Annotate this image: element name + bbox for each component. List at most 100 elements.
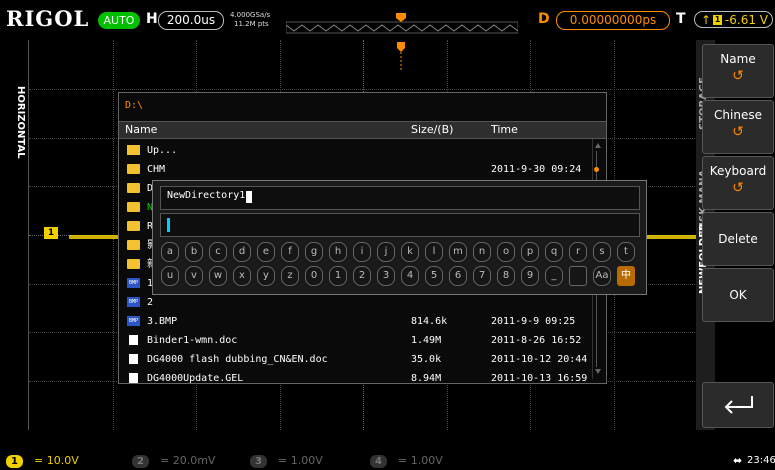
key-o[interactable]: o: [497, 242, 515, 262]
key-6[interactable]: 6: [449, 266, 467, 286]
file-row[interactable]: BMP 3.BMP 814.6k 2011-9-9 09:25: [119, 312, 589, 331]
ch2-scale[interactable]: = 20.0mV: [160, 454, 215, 467]
ch1-offset-marker[interactable]: 1: [44, 227, 58, 239]
softkey-chinese-label: Chinese: [714, 108, 762, 122]
key-_[interactable]: _: [545, 266, 563, 286]
file-name: DG4000 flash dubbing_CN&EN.doc: [147, 354, 328, 365]
scroll-thumb[interactable]: [594, 167, 599, 172]
key-u[interactable]: u: [161, 266, 179, 286]
keyboard-input-field[interactable]: [160, 213, 640, 237]
ch4-scale-value: 1.00V: [410, 454, 443, 467]
ch3-tag[interactable]: 3: [250, 455, 267, 468]
key-5[interactable]: 5: [425, 266, 443, 286]
key-p[interactable]: p: [521, 242, 539, 262]
softkey-name[interactable]: Name ↺: [702, 44, 774, 98]
horizontal-label: H: [146, 11, 158, 27]
file-size: 8.94M: [411, 373, 442, 384]
key-j[interactable]: j: [377, 242, 395, 262]
key-b[interactable]: b: [185, 242, 203, 262]
key-7[interactable]: 7: [473, 266, 491, 286]
softkey-delete[interactable]: Delete: [702, 212, 774, 266]
column-time: Time: [491, 123, 518, 136]
ch2-tag[interactable]: 2: [132, 455, 149, 468]
softkey-return[interactable]: [702, 382, 774, 428]
key-f[interactable]: f: [281, 242, 299, 262]
key-y[interactable]: y: [257, 266, 275, 286]
key-3[interactable]: 3: [377, 266, 395, 286]
key-n[interactable]: n: [473, 242, 491, 262]
horizontal-tab[interactable]: HORIZONTAL: [0, 40, 28, 430]
ch3-scale[interactable]: = 1.00V: [278, 454, 323, 467]
key-4[interactable]: 4: [401, 266, 419, 286]
key-m[interactable]: m: [449, 242, 467, 262]
softkey-keyboard-label: Keyboard: [709, 164, 767, 178]
timebase-value[interactable]: 200.0us: [158, 11, 224, 30]
ch4-tag[interactable]: 4: [370, 455, 387, 468]
key-d[interactable]: d: [233, 242, 251, 262]
key-l[interactable]: l: [425, 242, 443, 262]
ch1-tag[interactable]: 1: [6, 455, 23, 468]
key-v[interactable]: v: [185, 266, 203, 286]
ch1-trace-right: [646, 235, 697, 239]
folder-name-field[interactable]: NewDirectory1: [160, 186, 640, 210]
document-icon: [129, 373, 138, 383]
softkey-keyboard[interactable]: Keyboard ↺: [702, 156, 774, 210]
document-icon: [129, 354, 138, 364]
memory-waveform-overview: [286, 13, 518, 34]
key-w[interactable]: w: [209, 266, 227, 286]
file-time: 2011-9-9 09:25: [491, 316, 576, 327]
key-a[interactable]: a: [161, 242, 179, 262]
file-row[interactable]: Binder1-wmn.doc 1.49M 2011-8-26 16:52: [119, 331, 589, 350]
key-z[interactable]: z: [281, 266, 299, 286]
file-size: 814.6k: [411, 316, 448, 327]
key-9[interactable]: 9: [521, 266, 539, 286]
column-name: Name: [125, 123, 158, 136]
key-g[interactable]: g: [305, 242, 323, 262]
key-space[interactable]: [569, 266, 587, 286]
key-i[interactable]: i: [353, 242, 371, 262]
key-8[interactable]: 8: [497, 266, 515, 286]
key-Aa[interactable]: Aa: [593, 266, 611, 286]
key-r[interactable]: r: [569, 242, 587, 262]
key-q[interactable]: q: [545, 242, 563, 262]
key-h[interactable]: h: [329, 242, 347, 262]
file-time: 2011-10-12 20:44: [491, 354, 588, 365]
key-s[interactable]: s: [593, 242, 611, 262]
ch1-scale[interactable]: = 10.0V: [34, 454, 79, 467]
trigger-level[interactable]: ↑ 1 -6.61 V: [694, 11, 773, 28]
file-row[interactable]: Up...: [119, 141, 589, 160]
auto-mode-badge[interactable]: AUTO: [98, 12, 140, 29]
delay-value[interactable]: 0.00000000ps: [556, 11, 670, 30]
ch4-scale[interactable]: = 1.00V: [398, 454, 443, 467]
file-row[interactable]: CHM 2011-9-30 09:24: [119, 160, 589, 179]
file-row[interactable]: BMP 2: [119, 293, 589, 312]
key-x[interactable]: x: [233, 266, 251, 286]
key-t[interactable]: t: [617, 242, 635, 262]
trigger-edge-icon: ↑: [701, 13, 712, 27]
softkey-chinese[interactable]: Chinese ↺: [702, 100, 774, 154]
file-size: 1.49M: [411, 335, 442, 346]
key-c[interactable]: c: [209, 242, 227, 262]
current-path: D:\: [125, 100, 144, 111]
key-0[interactable]: 0: [305, 266, 323, 286]
trigger-position-marker: [397, 42, 405, 72]
key-2[interactable]: 2: [353, 266, 371, 286]
file-time: 2011-9-30 09:24: [491, 164, 582, 175]
file-name: DG4000Update.GEL: [147, 373, 244, 384]
file-row[interactable]: DG4000Update.GEL 8.94M 2011-10-13 16:59: [119, 369, 589, 388]
file-row[interactable]: DG4000 flash dubbing_CN&EN.doc 35.0k 2011-…: [119, 350, 589, 369]
file-name: Binder1-wmn.doc: [147, 335, 238, 346]
clock-time: 23:46: [747, 455, 775, 466]
key-k[interactable]: k: [401, 242, 419, 262]
parent-folder-icon: [127, 145, 140, 155]
key-e[interactable]: e: [257, 242, 275, 262]
file-name: Up...: [147, 145, 178, 156]
key-1[interactable]: 1: [329, 266, 347, 286]
softkey-ok[interactable]: OK: [702, 268, 774, 322]
return-arrow-icon: [724, 396, 753, 414]
folder-icon: [127, 202, 140, 212]
bmp-file-icon: BMP: [127, 297, 140, 307]
bmp-file-icon: BMP: [127, 278, 140, 288]
key-中[interactable]: 中: [617, 266, 635, 286]
folder-icon: [127, 259, 140, 269]
